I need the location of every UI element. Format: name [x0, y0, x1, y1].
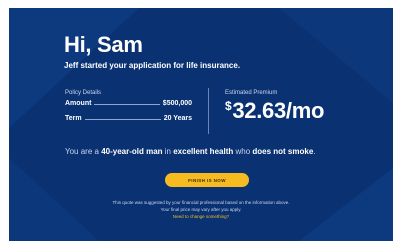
quote-card: Hi, Sam Jeff started your application fo… — [9, 8, 393, 241]
disclaimer-line-1: This quote was suggested by your financi… — [112, 200, 290, 205]
policy-amount-label: Amount — [65, 100, 92, 107]
applicant-summary: You are a 40-year-old man in excellent h… — [65, 147, 316, 156]
vertical-divider — [208, 88, 209, 134]
policy-details-label: Policy Details — [65, 90, 102, 96]
disclaimer-line-2: Your final price may vary after you appl… — [160, 207, 242, 212]
policy-amount-value: $500,000 — [162, 100, 192, 107]
finish-button[interactable]: FINISH IS NOW — [165, 173, 249, 187]
policy-details: Policy Details Amount $500,000 Term 20 Y… — [65, 90, 192, 130]
dotted-leader — [84, 115, 161, 120]
page-title: Hi, Sam — [64, 32, 143, 57]
policy-term-value: 20 Years — [163, 115, 192, 122]
dotted-leader — [94, 100, 160, 105]
summary-conjunction: who — [233, 147, 253, 156]
estimated-premium: Estimated Premium $32.63/mo — [225, 90, 324, 124]
summary-middle: in — [162, 147, 174, 156]
summary-health: excellent health — [173, 147, 234, 156]
policy-amount-row: Amount $500,000 — [65, 100, 192, 115]
pattern-shape-top-right — [279, 8, 393, 103]
intro-text: Jeff started your application for life i… — [64, 61, 241, 70]
summary-suffix: . — [313, 147, 316, 156]
change-something-link[interactable]: Need to change something? — [9, 213, 393, 220]
premium-value: 32.63/mo — [232, 98, 325, 123]
summary-age: 40-year-old man — [101, 147, 163, 156]
disclaimer: This quote was suggested by your financi… — [9, 199, 393, 220]
premium-label: Estimated Premium — [225, 90, 278, 96]
premium-amount: $32.63/mo — [225, 98, 324, 124]
policy-term-label: Term — [65, 115, 82, 122]
summary-smoking: does not smoke — [252, 147, 314, 156]
policy-term-row: Term 20 Years — [65, 115, 192, 130]
currency-symbol: $ — [225, 99, 232, 113]
summary-prefix: You are a — [65, 147, 102, 156]
